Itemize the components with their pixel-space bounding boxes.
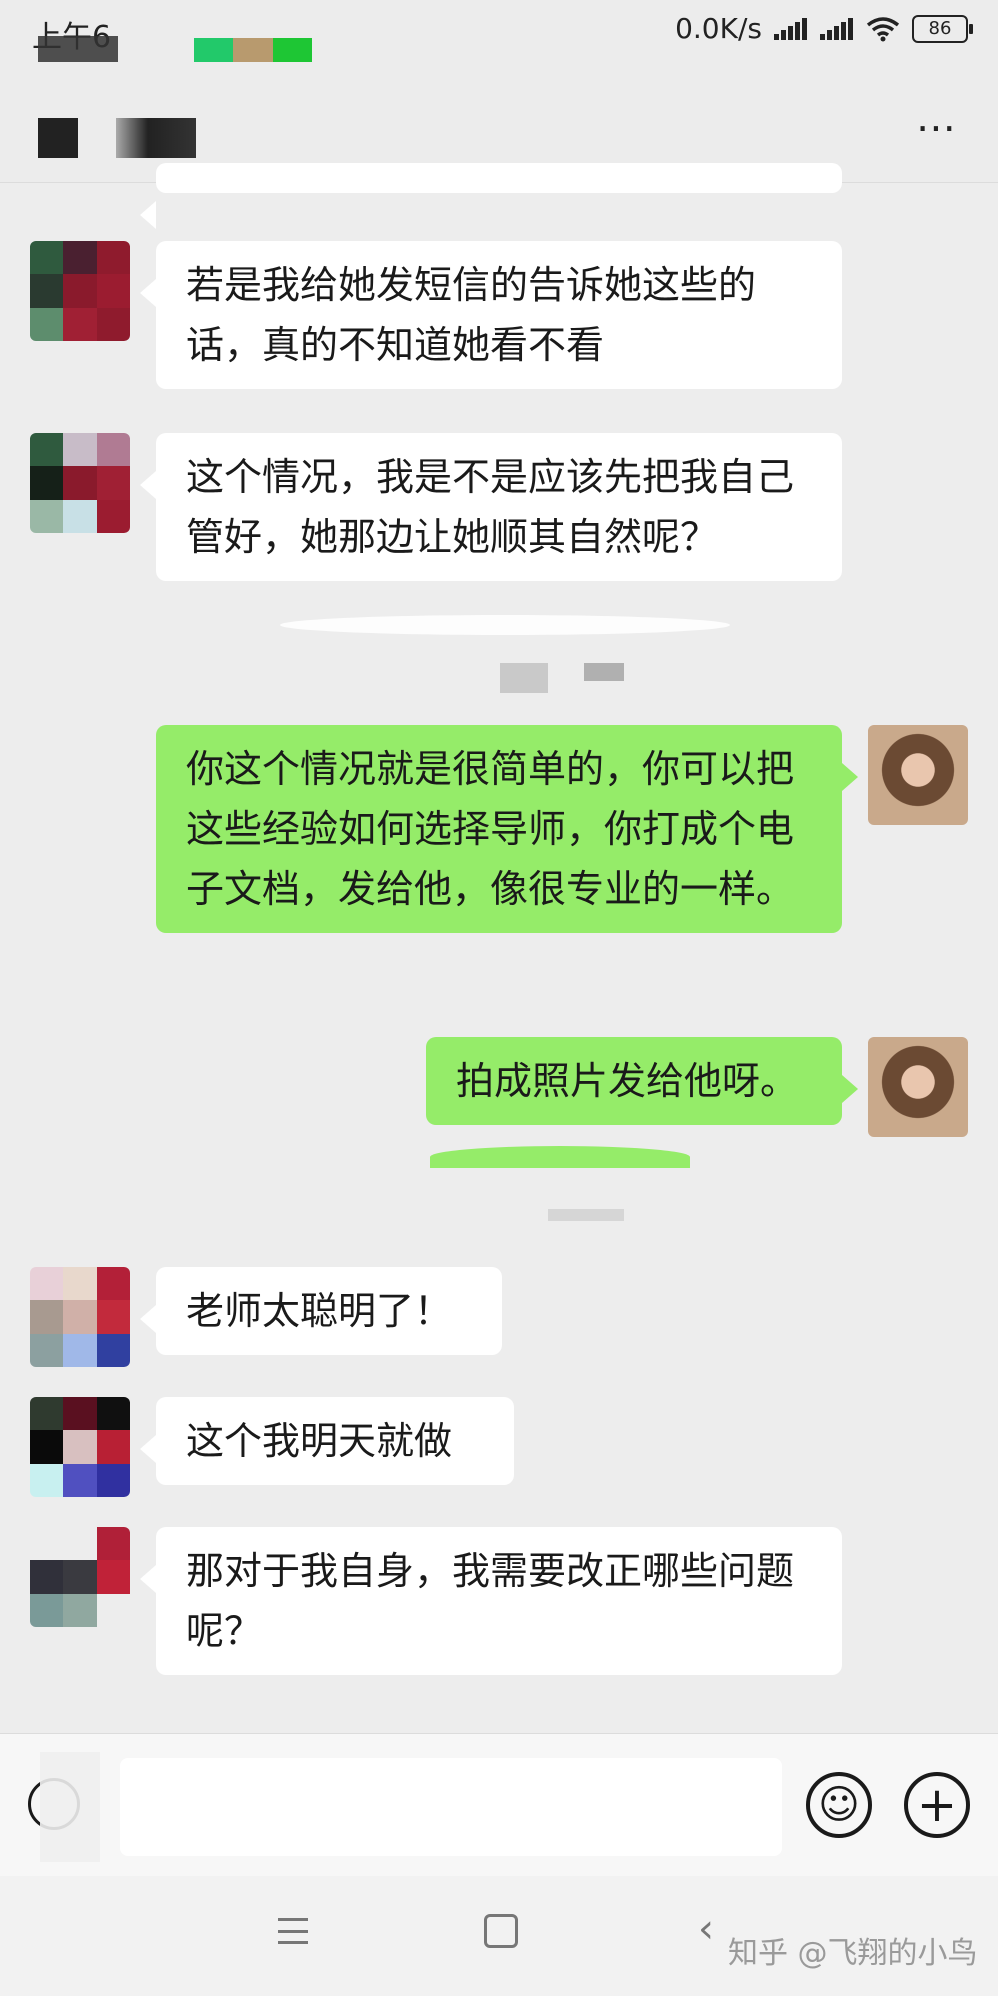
message-bubble-partial [140, 163, 842, 229]
avatar[interactable] [30, 1397, 130, 1497]
status-indicators: 0.0K/s 86 [675, 12, 973, 45]
input-bar: ☺ + [0, 1733, 998, 1877]
message-bubble[interactable]: 那对于我自身，我需要改正哪些问题呢？ [140, 1527, 842, 1675]
message-text: 拍成照片发给他呀。 [456, 1059, 799, 1103]
avatar[interactable] [30, 1527, 130, 1627]
timestamp-mask [548, 1209, 624, 1221]
wifi-icon [866, 16, 900, 41]
privacy-mask [40, 1752, 100, 1862]
system-nav-bar: ‹ 知乎 @飞翔的小鸟 [0, 1876, 998, 1996]
message-input[interactable] [120, 1758, 782, 1856]
watermark: 知乎 @飞翔的小鸟 [728, 1936, 978, 1971]
message-text: 你这个情况就是很简单的，你可以把这些经验如何选择导师，你打成个电子文档，发给他，… [186, 747, 795, 911]
timestamp-mask [500, 663, 548, 693]
message-bubble[interactable]: 你这个情况就是很简单的，你可以把这些经验如何选择导师，你打成个电子文档，发给他，… [156, 725, 858, 933]
signal-icon [820, 17, 854, 40]
more-icon[interactable]: ⋯ [916, 108, 958, 148]
message-text: 这个情况，我是不是应该先把我自己管好，她那边让她顺其自然呢？ [186, 455, 795, 559]
message-bubble[interactable]: 若是我给她发短信的告诉她这些的话，真的不知道她看不看 [140, 241, 842, 389]
message-list[interactable]: 若是我给她发短信的告诉她这些的话，真的不知道她看不看 这个情况，我是不是应该先把… [0, 163, 998, 1733]
avatar[interactable] [868, 1037, 968, 1137]
chat-title [116, 118, 196, 158]
message-text: 那对于我自身，我需要改正哪些问题呢？ [186, 1549, 795, 1653]
message-text: 若是我给她发短信的告诉她这些的话，真的不知道她看不看 [186, 263, 757, 367]
message-bubble[interactable]: 这个情况，我是不是应该先把我自己管好，她那边让她顺其自然呢？ [140, 433, 842, 581]
avatar[interactable] [30, 1267, 130, 1367]
redaction-smudge [430, 1146, 690, 1168]
battery-icon: 86 [912, 14, 973, 43]
menu-icon[interactable] [278, 1918, 308, 1944]
timestamp-mask [584, 663, 624, 681]
message-bubble[interactable]: 这个我明天就做 [140, 1397, 514, 1485]
avatar[interactable] [30, 433, 130, 533]
emoji-icon[interactable]: ☺ [806, 1772, 872, 1838]
back-icon[interactable]: ‹ [698, 1906, 714, 1952]
redaction-smudge [280, 615, 730, 635]
message-text: 这个我明天就做 [186, 1419, 453, 1463]
signal-icon [774, 17, 808, 40]
message-text: 老师太聪明了！ [186, 1289, 453, 1333]
back-button[interactable] [38, 118, 78, 158]
message-bubble[interactable]: 拍成照片发给他呀。 [426, 1037, 858, 1125]
plus-icon[interactable]: + [904, 1772, 970, 1838]
message-bubble[interactable]: 老师太聪明了！ [140, 1267, 502, 1355]
avatar[interactable] [30, 241, 130, 341]
status-bar: 上午6 0.0K/s 86 [0, 0, 998, 78]
avatar[interactable] [868, 725, 968, 825]
home-icon[interactable] [484, 1914, 518, 1948]
network-speed: 0.0K/s [675, 12, 762, 45]
